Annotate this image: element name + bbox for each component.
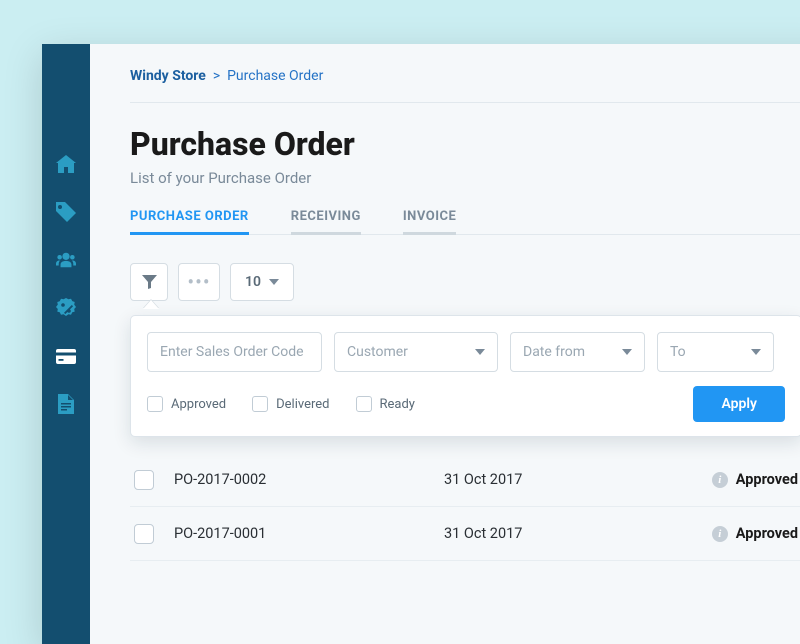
breadcrumb-root[interactable]: Windy Store xyxy=(130,68,206,84)
breadcrumb-current: Purchase Order xyxy=(227,68,323,84)
page-size-select[interactable]: 10 xyxy=(230,263,294,301)
po-status: i Approved xyxy=(712,525,798,542)
breadcrumb: Windy Store > Purchase Order xyxy=(130,68,800,103)
card-icon[interactable] xyxy=(56,346,76,366)
filter-button[interactable] xyxy=(130,263,168,301)
row-checkbox[interactable] xyxy=(134,470,154,490)
checkbox-ready[interactable]: Ready xyxy=(356,396,415,412)
home-icon[interactable] xyxy=(56,154,76,174)
page-subtitle: List of your Purchase Order xyxy=(130,169,800,187)
sales-order-code-input[interactable] xyxy=(147,332,322,372)
date-from-select[interactable]: Date from xyxy=(510,332,645,372)
caret-down-icon xyxy=(269,279,279,285)
date-to-select[interactable]: To xyxy=(657,332,774,372)
document-icon[interactable] xyxy=(56,394,76,414)
main-content: Windy Store > Purchase Order Purchase Or… xyxy=(90,44,800,644)
filter-panel: Customer Date from To Approved Delivered xyxy=(130,315,800,437)
table-row: PO-2017-0002 31 Oct 2017 i Approved xyxy=(130,453,800,507)
apply-button[interactable]: Apply xyxy=(693,386,785,422)
caret-down-icon xyxy=(751,349,761,355)
tab-purchase-order[interactable]: PURCHASE ORDER xyxy=(130,209,249,234)
users-icon[interactable] xyxy=(56,250,76,270)
po-table: PO-2017-0002 31 Oct 2017 i Approved PO-2… xyxy=(130,453,800,561)
customer-select[interactable]: Customer xyxy=(334,332,498,372)
page-title: Purchase Order xyxy=(130,125,800,163)
caret-down-icon xyxy=(475,349,485,355)
table-row: PO-2017-0001 31 Oct 2017 i Approved xyxy=(130,507,800,561)
row-checkbox[interactable] xyxy=(134,524,154,544)
po-date: 31 Oct 2017 xyxy=(444,471,624,488)
percent-icon[interactable] xyxy=(56,298,76,318)
po-code[interactable]: PO-2017-0001 xyxy=(174,525,444,542)
app-window: Windy Store > Purchase Order Purchase Or… xyxy=(42,44,800,644)
po-status: i Approved xyxy=(712,471,798,488)
tag-icon[interactable] xyxy=(56,202,76,222)
tabs: PURCHASE ORDER RECEIVING INVOICE xyxy=(130,209,800,235)
more-button[interactable]: ••• xyxy=(178,263,220,301)
sidebar xyxy=(42,44,90,644)
po-code[interactable]: PO-2017-0002 xyxy=(174,471,444,488)
info-icon[interactable]: i xyxy=(712,526,728,542)
tab-receiving[interactable]: RECEIVING xyxy=(291,209,361,234)
info-icon[interactable]: i xyxy=(712,472,728,488)
po-date: 31 Oct 2017 xyxy=(444,525,624,542)
checkbox-delivered[interactable]: Delivered xyxy=(252,396,329,412)
checkbox-approved[interactable]: Approved xyxy=(147,396,226,412)
tab-invoice[interactable]: INVOICE xyxy=(403,209,456,234)
caret-down-icon xyxy=(622,349,632,355)
toolbar: ••• 10 xyxy=(130,263,800,301)
